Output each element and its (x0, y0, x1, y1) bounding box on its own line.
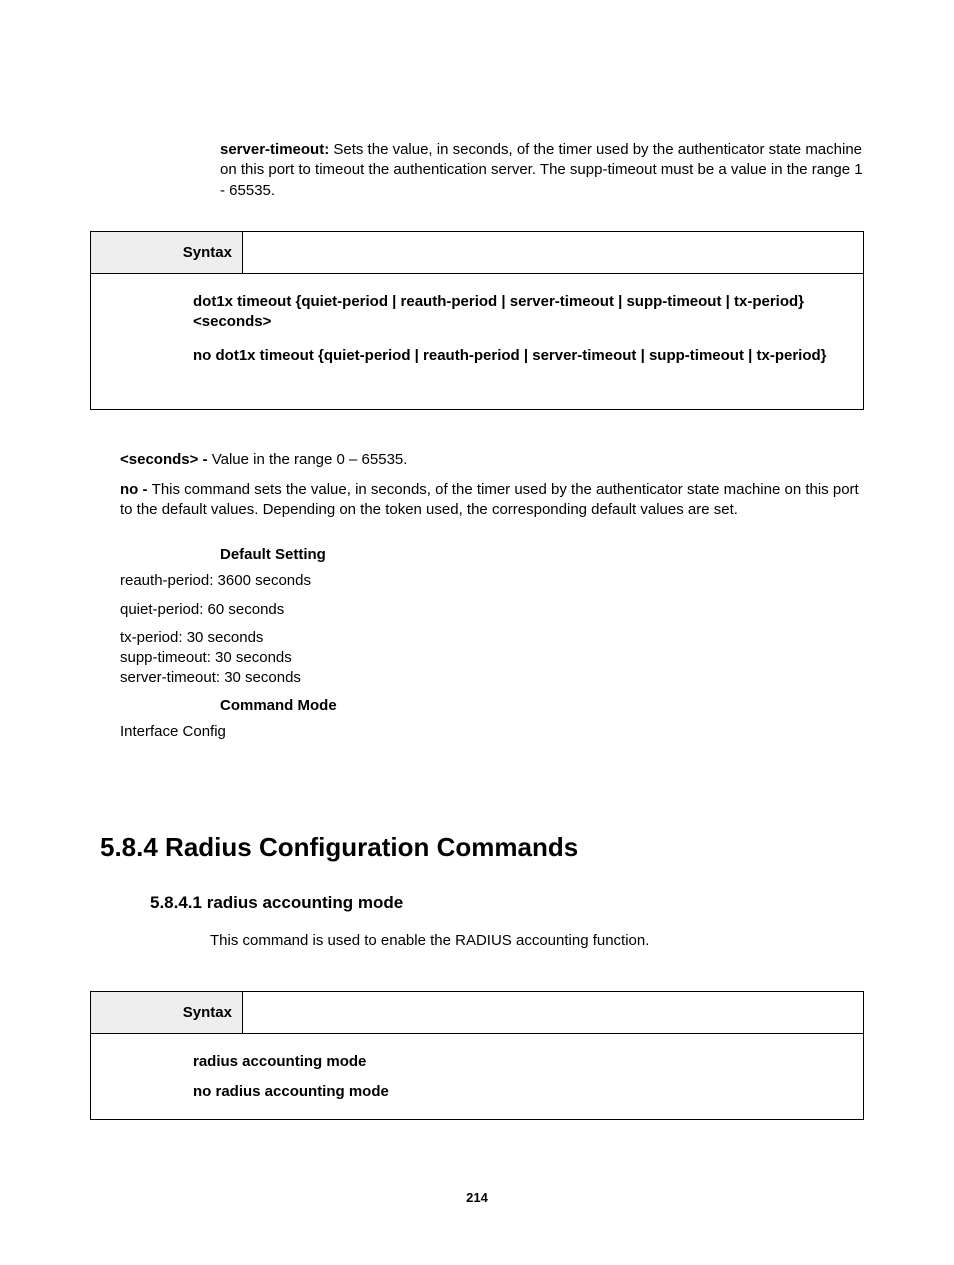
command-mode-value: Interface Config (120, 722, 864, 742)
seconds-paragraph: <seconds> - Value in the range 0 – 65535… (120, 450, 864, 470)
page-number: 214 (90, 1190, 864, 1205)
syntax-body-1: dot1x timeout {quiet-period | reauth-per… (91, 273, 863, 409)
section-heading: 5.8.4 Radius Configuration Commands (100, 832, 864, 863)
syntax-header-2: Syntax (91, 992, 243, 1034)
default-quiet: quiet-period: 60 seconds (120, 600, 864, 620)
default-setting-heading: Default Setting (220, 546, 864, 563)
default-supp: supp-timeout: 30 seconds (120, 648, 864, 668)
syntax-box-2: Syntax radius accounting mode no radius … (90, 991, 864, 1120)
default-tx: tx-period: 30 seconds (120, 628, 864, 648)
section-title-text: Radius Configuration Commands (158, 832, 578, 862)
default-block: tx-period: 30 seconds supp-timeout: 30 s… (120, 628, 864, 689)
syntax1-line1: dot1x timeout {quiet-period | reauth-per… (193, 292, 853, 333)
server-timeout-label: server-timeout: (220, 141, 329, 158)
default-reauth: reauth-period: 3600 seconds (120, 571, 864, 591)
seconds-text: Value in the range 0 – 65535. (212, 451, 408, 468)
subsection-title-text: radius accounting mode (202, 893, 403, 912)
syntax2-line1: radius accounting mode (193, 1052, 853, 1072)
default-server: server-timeout: 30 seconds (120, 668, 864, 688)
syntax-header-1: Syntax (91, 232, 243, 274)
no-text: This command sets the value, in seconds,… (120, 481, 859, 518)
syntax1-line2: no dot1x timeout {quiet-period | reauth-… (193, 346, 853, 366)
subsection-body: This command is used to enable the RADIU… (210, 931, 864, 951)
server-timeout-paragraph: server-timeout: Sets the value, in secon… (220, 140, 864, 201)
syntax-body-2: radius accounting mode no radius account… (91, 1033, 863, 1119)
section-number: 5.8.4 (100, 832, 158, 862)
no-label: no - (120, 481, 152, 498)
syntax-box-1: Syntax dot1x timeout {quiet-period | rea… (90, 231, 864, 410)
syntax2-line2: no radius accounting mode (193, 1082, 853, 1102)
command-mode-heading: Command Mode (220, 697, 864, 714)
no-paragraph: no - This command sets the value, in sec… (120, 480, 864, 521)
subsection-heading: 5.8.4.1 radius accounting mode (150, 893, 864, 913)
subsection-number: 5.8.4.1 (150, 893, 202, 912)
seconds-label: <seconds> - (120, 451, 212, 468)
document-page: server-timeout: Sets the value, in secon… (0, 0, 954, 1265)
